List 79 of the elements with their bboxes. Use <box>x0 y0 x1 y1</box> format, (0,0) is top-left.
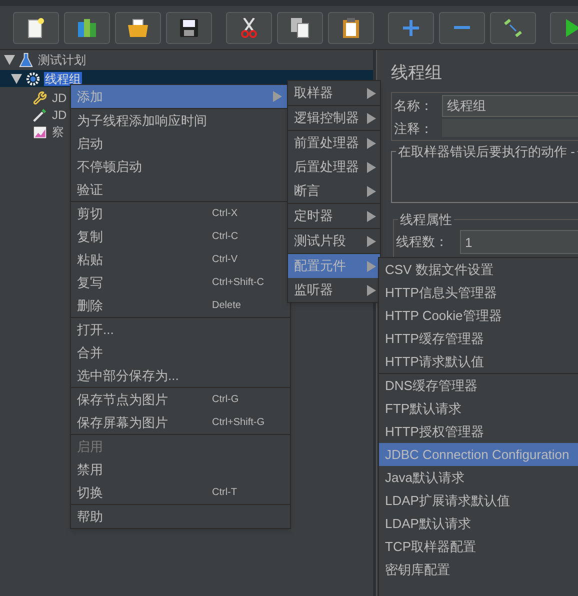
menu-item[interactable]: 定时器 <box>288 204 380 228</box>
menu-item[interactable]: 复写 Ctrl+Shift-C <box>71 271 290 294</box>
shortcut-label: Ctrl-C <box>212 230 238 244</box>
menu-item[interactable]: HTTP Cookie管理器 <box>379 304 578 327</box>
new-file-icon <box>28 18 44 38</box>
menu-item[interactable]: Java默认请求 <box>379 466 578 489</box>
copy-icon <box>291 18 309 38</box>
tree-item[interactable]: 线程组 <box>44 72 82 86</box>
shortcut-label: Ctrl-G <box>212 393 239 407</box>
toolbar-button[interactable] <box>328 12 374 44</box>
menu-item[interactable]: 保存屏幕为图片 Ctrl+Shift-G <box>71 411 290 434</box>
tree-item[interactable]: JD <box>51 108 68 122</box>
menu-item[interactable]: 密钥库配置 <box>379 558 578 581</box>
menu-item[interactable]: HTTP请求默认值 <box>379 350 578 373</box>
shortcut-label: Ctrl+Shift-C <box>212 276 264 290</box>
shortcut-label: Delete <box>212 299 241 313</box>
expanded-arrow-icon[interactable] <box>4 54 15 64</box>
books-icon <box>78 18 96 36</box>
flask-icon <box>19 52 33 66</box>
threads-field[interactable]: 1 <box>460 230 578 254</box>
chart-icon <box>33 124 47 138</box>
toolbar-button[interactable] <box>226 12 272 44</box>
menu-item[interactable]: 剪切 Ctrl-X <box>71 202 290 225</box>
folder-icon <box>128 18 148 36</box>
menu-item[interactable]: 测试片段 <box>288 229 380 253</box>
menu-item[interactable]: 粘贴 Ctrl-V <box>71 248 290 271</box>
menu-item[interactable]: DNS缓存管理器 <box>379 374 578 397</box>
toolbar-button[interactable] <box>277 12 323 44</box>
menu-item[interactable]: HTTP缓存管理器 <box>379 327 578 350</box>
plus-icon <box>403 20 419 36</box>
menu-item[interactable]: 后置处理器 <box>288 155 380 179</box>
menu-item[interactable]: 逻辑控制器 <box>288 106 380 130</box>
shortcut-label: Ctrl+Shift-G <box>212 416 265 430</box>
tree-item[interactable]: 测试计划 <box>37 52 87 66</box>
menu-item[interactable]: HTTP信息头管理器 <box>379 281 578 304</box>
tree-item[interactable]: JD <box>51 90 68 104</box>
menu-item[interactable]: 切换 Ctrl-T <box>71 481 290 504</box>
field-label: 名称： <box>394 96 434 115</box>
menu-item[interactable]: 前置处理器 <box>288 131 380 155</box>
tree-item[interactable]: 察 <box>51 124 65 138</box>
menu-item[interactable]: 复制 Ctrl-C <box>71 225 290 248</box>
minus-icon <box>454 26 470 29</box>
shortcut-label: Ctrl-T <box>212 486 237 500</box>
menu-item[interactable]: 验证 <box>71 178 290 201</box>
clipboard-icon <box>343 18 359 38</box>
menu-item[interactable]: 启动 <box>71 132 290 155</box>
menu-item[interactable]: FTP默认请求 <box>379 397 578 420</box>
toolbar-button[interactable] <box>166 12 212 44</box>
menu-item[interactable]: 不停顿启动 <box>71 155 290 178</box>
menu-item[interactable]: LDAP扩展请求默认值 <box>379 489 578 512</box>
wand-icon <box>504 18 522 36</box>
menu-item[interactable]: 为子线程添加响应时间 <box>71 109 290 132</box>
shortcut-label: Ctrl-V <box>212 253 238 267</box>
scissors-icon <box>241 18 257 38</box>
toolbar-button[interactable] <box>115 12 161 44</box>
menu-item[interactable]: TCP取样器配置 <box>379 535 578 558</box>
menu-item[interactable]: 禁用 <box>71 458 290 481</box>
menu-item[interactable]: LDAP默认请求 <box>379 512 578 535</box>
menu-item[interactable]: HTTP授权管理器 <box>379 420 578 443</box>
gear-icon <box>26 72 40 86</box>
menu-item[interactable]: 选中部分保存为... <box>71 364 290 387</box>
panel-title: 线程组 <box>391 62 443 84</box>
name-field[interactable]: 线程组 <box>442 94 578 116</box>
shortcut-label: Ctrl-X <box>212 207 238 221</box>
menu-item[interactable]: 帮助 <box>71 505 290 528</box>
menu-item[interactable]: 监听器 <box>288 278 380 302</box>
menu-item[interactable]: 合并 <box>71 341 290 364</box>
menu-item[interactable]: 打开... <box>71 318 290 341</box>
play-icon <box>566 18 578 36</box>
field-label: 注释： <box>394 120 434 138</box>
expanded-arrow-icon[interactable] <box>11 74 22 84</box>
wrench-icon <box>33 90 47 104</box>
menu-item[interactable]: CSV 数据文件设置 <box>379 258 578 281</box>
field-label: 线程数： <box>396 233 449 252</box>
dropper-icon <box>33 108 47 122</box>
menu-item[interactable]: 保存节点为图片 Ctrl-G <box>71 388 290 411</box>
toolbar-button[interactable] <box>13 12 59 44</box>
menu-item[interactable]: 删除 Delete <box>71 294 290 317</box>
menu-item[interactable]: 断言 <box>288 179 380 203</box>
